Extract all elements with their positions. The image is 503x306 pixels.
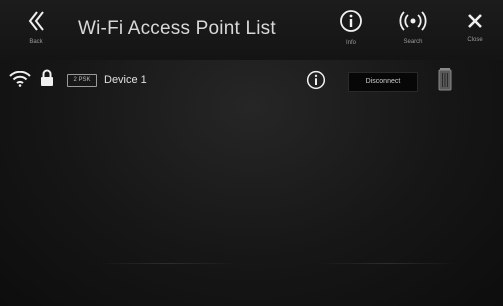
trash-icon[interactable] xyxy=(438,67,452,91)
back-label: Back xyxy=(29,39,43,45)
chevron-left-icon xyxy=(28,11,44,31)
device-name: Device 1 xyxy=(104,74,147,86)
wifi-icon xyxy=(9,71,31,87)
search-label: Search xyxy=(403,39,423,45)
close-icon xyxy=(468,14,482,28)
wifi-access-point-screen: Back Wi-Fi Access Point List Info Search xyxy=(0,0,503,306)
divider xyxy=(318,263,458,264)
header-bar: Back Wi-Fi Access Point List Info Search xyxy=(0,0,503,60)
list-item[interactable]: 2 PSK Device 1 Disconnect xyxy=(0,62,503,98)
info-label: Info xyxy=(345,40,356,46)
broadcast-icon xyxy=(399,11,427,31)
security-badge: 2 PSK xyxy=(67,74,97,87)
search-button[interactable]: Search xyxy=(393,6,433,56)
back-button[interactable]: Back xyxy=(22,6,50,56)
close-label: Close xyxy=(467,37,483,43)
lock-icon xyxy=(41,69,53,86)
info-icon xyxy=(340,10,362,32)
divider xyxy=(98,263,238,264)
info-button[interactable]: Info xyxy=(336,6,366,56)
disconnect-button[interactable]: Disconnect xyxy=(348,72,418,92)
page-title: Wi-Fi Access Point List xyxy=(78,18,276,39)
info-icon[interactable] xyxy=(306,70,326,90)
close-button[interactable]: Close xyxy=(460,6,490,56)
